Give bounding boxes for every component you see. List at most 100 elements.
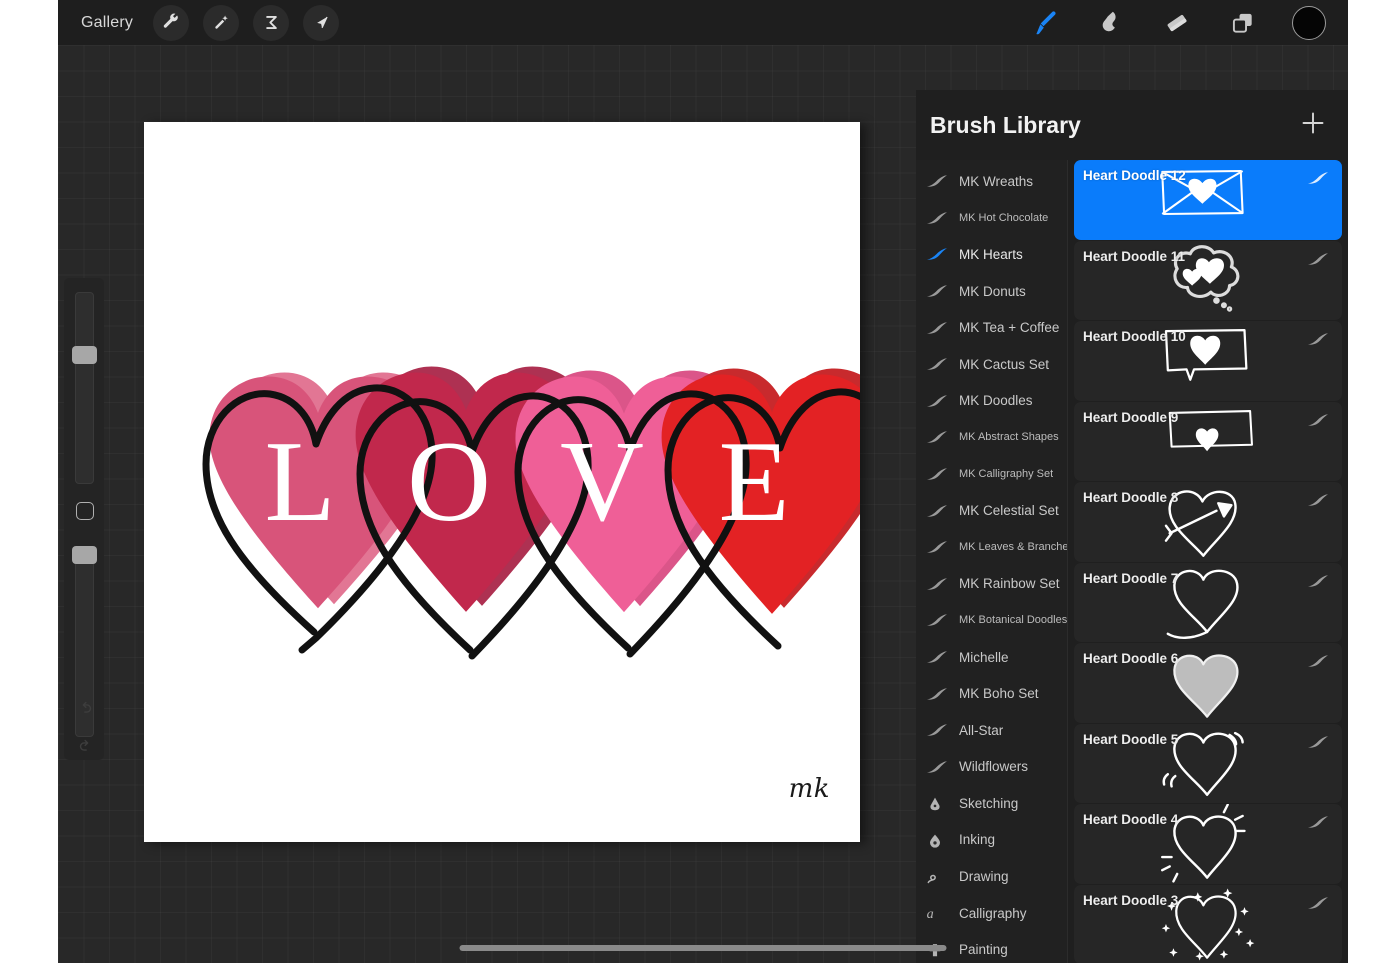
brush-set-label: MK Botanical Doodles	[959, 614, 1067, 627]
brush-stroke-icon	[925, 393, 949, 409]
layers-icon[interactable]	[1226, 6, 1260, 40]
home-indicator	[459, 945, 947, 951]
brush-set-list[interactable]: MK Wreaths MK Hot Chocolate MK Hearts MK Do…	[916, 160, 1068, 963]
brush-stroke-icon	[925, 612, 949, 628]
brush-stroke-icon	[925, 356, 949, 372]
brush-set-row[interactable]: Wildflowers	[916, 749, 1067, 786]
brush-set-row[interactable]: MK Abstract Shapes	[916, 419, 1067, 456]
brush-row[interactable]: Heart Doodle 11	[1074, 240, 1342, 320]
brush-set-label: MK Donuts	[959, 283, 1026, 299]
brush-set-label: MK Abstract Shapes	[959, 431, 1059, 444]
love-hearts-artwork: L O V E	[202, 366, 860, 660]
brush-row[interactable]: Heart Doodle 9	[1074, 401, 1342, 481]
brush-stroke-icon	[1306, 170, 1332, 186]
letter-a-icon: a	[925, 905, 949, 922]
brush-stroke-icon	[925, 283, 949, 299]
letter-L: L	[265, 418, 336, 546]
pen-nib-icon	[925, 795, 949, 811]
brush-stroke-icon	[1306, 653, 1332, 669]
transform-arrow-icon[interactable]	[303, 4, 340, 41]
brush-set-label: MK Wreaths	[959, 173, 1034, 189]
brush-set-row[interactable]: MK Hearts	[916, 236, 1067, 273]
brush-stroke-icon	[925, 320, 949, 336]
brush-stroke-icon	[925, 722, 949, 738]
brush-stroke-icon	[925, 173, 949, 189]
squiggle-icon	[925, 869, 949, 885]
brush-row[interactable]: Heart Doodle 8	[1074, 482, 1342, 562]
brush-row[interactable]: Heart Doodle 4	[1074, 804, 1342, 884]
brush-row[interactable]: Heart Doodle 10	[1074, 321, 1342, 401]
brush-stroke-icon	[1306, 492, 1332, 508]
eraser-icon[interactable]	[1160, 6, 1194, 40]
brush-row[interactable]: Heart Doodle 7	[1074, 562, 1342, 642]
brush-set-row[interactable]: MK Rainbow Set	[916, 566, 1067, 603]
panel-title: Brush Library	[930, 111, 1081, 138]
brush-stroke-icon	[1306, 734, 1332, 750]
magic-wand-icon[interactable]	[203, 4, 240, 41]
brush-stroke-icon	[925, 686, 949, 702]
brush-set-row[interactable]: MK Wreaths	[916, 163, 1067, 200]
brush-row[interactable]: Heart Doodle 5	[1074, 723, 1342, 803]
brush-set-row[interactable]: a Calligraphy	[916, 895, 1067, 932]
add-brush-icon[interactable]	[1300, 110, 1326, 141]
brush-size-slider[interactable]	[75, 292, 94, 484]
smudge-icon[interactable]	[1094, 6, 1128, 40]
brush-row[interactable]: Heart Doodle 3	[1074, 884, 1342, 963]
gallery-button[interactable]: Gallery	[75, 11, 139, 35]
brush-set-row[interactable]: MK Leaves & Branches	[916, 529, 1067, 566]
brush-stroke-icon	[1306, 895, 1332, 911]
color-swatch-button[interactable]	[1292, 5, 1326, 40]
brush-set-row[interactable]: MK Botanical Doodles	[916, 602, 1067, 639]
brush-set-label: MK Hearts	[959, 246, 1023, 262]
brush-row[interactable]: Heart Doodle 6	[1074, 643, 1342, 723]
brush-stroke-icon	[925, 503, 949, 519]
brush-set-row[interactable]: MK Celestial Set	[916, 492, 1067, 529]
brush-name-label: Heart Doodle 3	[1083, 892, 1179, 908]
modify-button[interactable]	[76, 502, 94, 520]
brush-set-label: MK Tea + Coffee	[959, 320, 1060, 336]
selection-icon[interactable]	[253, 4, 290, 41]
brush-set-label: MK Leaves & Branches	[959, 541, 1067, 554]
toolbar-left-group: Gallery	[58, 4, 340, 41]
brush-thumbnail-list[interactable]: Heart Doodle 12 Heart Doodle 11 Heart Dood…	[1068, 160, 1348, 963]
brush-set-row[interactable]: Drawing	[916, 858, 1067, 895]
wrench-icon[interactable]	[153, 4, 190, 41]
brush-stroke-icon	[1306, 251, 1332, 267]
brush-set-label: All-Star	[959, 722, 1004, 738]
brush-name-label: Heart Doodle 5	[1083, 731, 1179, 747]
brush-library-body: MK Wreaths MK Hot Chocolate MK Hearts MK Do…	[916, 160, 1348, 963]
redo-button[interactable]	[72, 733, 98, 759]
brush-set-row[interactable]: Inking	[916, 822, 1067, 859]
brush-set-label: Calligraphy	[959, 905, 1027, 921]
brush-stroke-icon	[1306, 412, 1332, 428]
brush-set-row[interactable]: Sketching	[916, 785, 1067, 822]
brush-set-row[interactable]: MK Tea + Coffee	[916, 309, 1067, 346]
brush-set-label: MK Doodles	[959, 393, 1033, 409]
letter-V: V	[560, 418, 644, 546]
brush-set-row[interactable]: MK Boho Set	[916, 675, 1067, 712]
brush-stroke-icon	[1306, 814, 1332, 830]
brush-set-row[interactable]: MK Doodles	[916, 383, 1067, 420]
brush-name-label: Heart Doodle 6	[1083, 651, 1179, 666]
brush-set-label: Painting	[959, 942, 1008, 958]
brush-opacity-handle[interactable]	[72, 546, 97, 564]
brush-row-selected[interactable]: Heart Doodle 12	[1074, 160, 1342, 240]
brush-set-row[interactable]: MK Donuts	[916, 273, 1067, 310]
brush-size-handle[interactable]	[72, 346, 97, 364]
canvas-backdrop: L O V E mk Brush Library MK Wreaths MK H…	[58, 45, 1348, 963]
screenshot-root: Gallery L O V E mk Brush Library MK Wrea…	[0, 0, 1400, 963]
undo-button[interactable]	[72, 695, 98, 721]
brush-set-label: Sketching	[959, 795, 1019, 811]
paintbrush-icon[interactable]	[1028, 6, 1062, 40]
brush-library-header: Brush Library	[916, 90, 1348, 160]
brush-set-row[interactable]: MK Calligraphy Set	[916, 456, 1067, 493]
artwork-canvas[interactable]: L O V E mk	[144, 122, 860, 842]
svg-text:a: a	[927, 906, 934, 921]
brush-set-row[interactable]: All-Star	[916, 712, 1067, 749]
brush-set-row[interactable]: MK Cactus Set	[916, 346, 1067, 383]
brush-set-row[interactable]: Michelle	[916, 639, 1067, 676]
brush-set-row[interactable]: MK Hot Chocolate	[916, 200, 1067, 237]
brush-name-label: Heart Doodle 4	[1083, 812, 1179, 827]
brush-set-label: Inking	[959, 832, 996, 848]
artist-signature: mk	[788, 774, 830, 804]
